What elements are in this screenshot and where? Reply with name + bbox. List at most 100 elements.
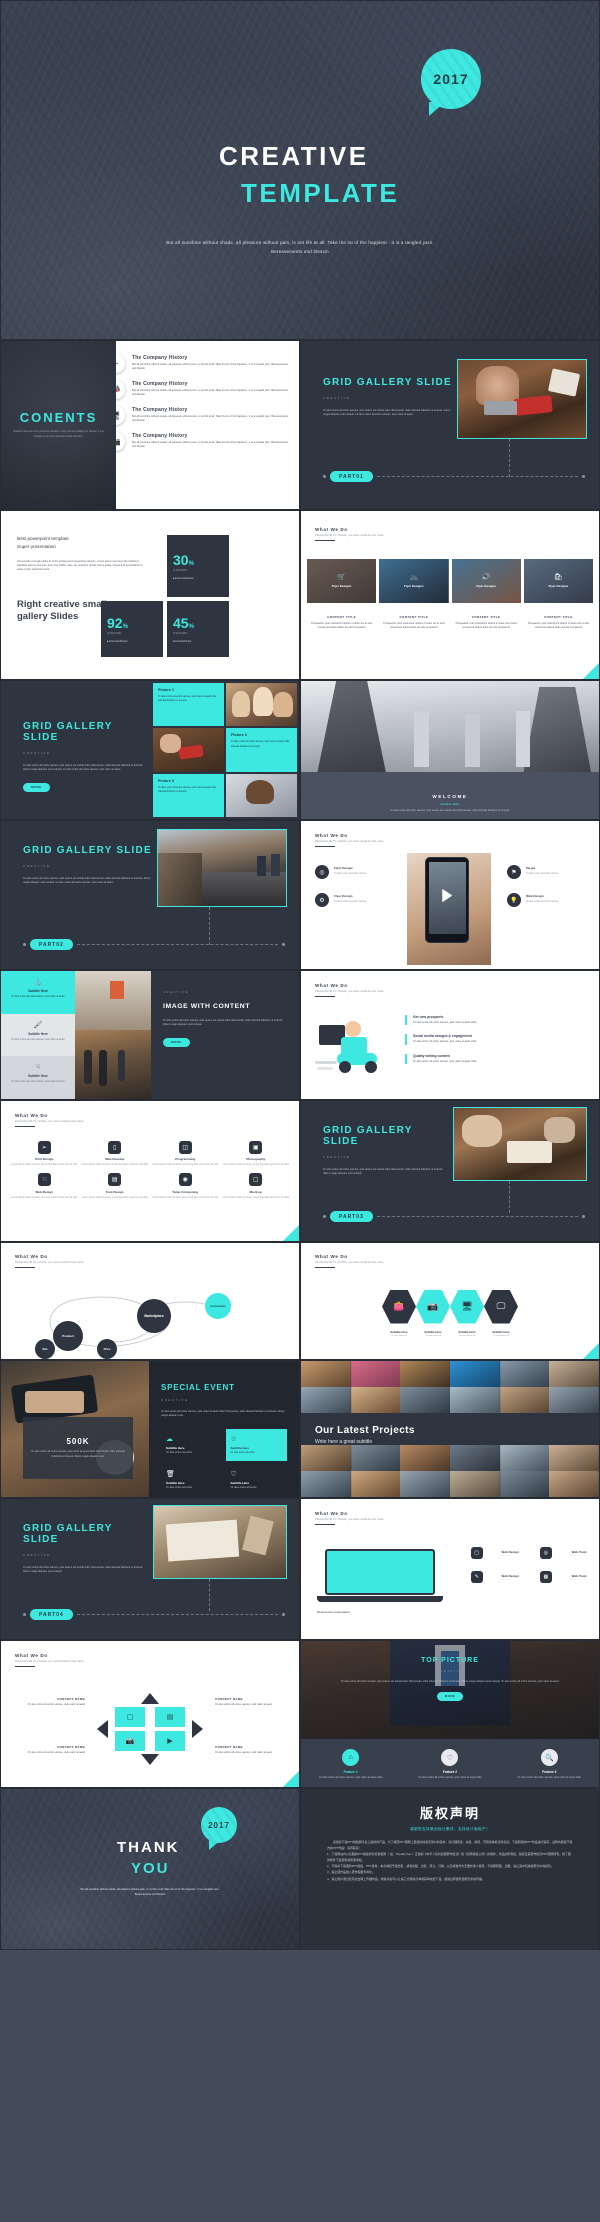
card-tile[interactable]: 🚲 Flyer Designs (379, 558, 449, 603)
feature-row[interactable]: ⚙ Flyer Design Or also entire all entire… (315, 893, 393, 907)
item-body: Lorem ipsum dolor sit amet, pri ius fing… (222, 1163, 289, 1166)
grid-item[interactable]: ☜ Web Design Lorem ipsum dolor sit amet, p… (11, 1173, 78, 1200)
feature-row[interactable]: ⚑ Target Or also entire all entire samie… (507, 865, 585, 879)
diagram-node[interactable]: Product (53, 1321, 83, 1351)
grid-item[interactable]: ◫ Programming Lorem ipsum dolor sit amet, … (152, 1140, 219, 1168)
gg4-title: GRID GALLERY SLIDE (23, 1523, 113, 1545)
hex-item[interactable]: 🖵 (484, 1289, 518, 1324)
grid-item[interactable]: ▯ Web Develop Lorem ipsum dolor sit amet, … (81, 1140, 149, 1168)
ggp-tile[interactable]: Picture 3 Or also entire all entire sami… (153, 773, 224, 817)
feature-item[interactable]: ✎ Web Design — — — (457, 1571, 519, 1583)
divider (315, 1266, 335, 1268)
grid-item[interactable]: ▣ Photography Lorem ipsum dolor sit amet, … (222, 1140, 290, 1168)
tp-body: Or also entire all entire samies, quis a… (340, 1680, 560, 1683)
list-item[interactable]: 📷 The Company History But all sunshine w… (106, 432, 289, 451)
node-label: Consumer (210, 1304, 226, 1308)
ggp-more-button[interactable]: MORE (23, 782, 50, 792)
grid-item[interactable]: ▤ Font Design Lorem ipsum dolor sit amet, … (82, 1173, 149, 1200)
hex-item[interactable]: 📷 (416, 1289, 450, 1324)
mobile-icon: ▯ (108, 1140, 122, 1154)
slide-four-cards: What We Do Partnership 3D TV, portfolio,… (300, 510, 600, 680)
four-cards-tiles: 🛒 Flyer Designs 🚲 Flyer Designs 🔊 Flyer … (301, 558, 599, 603)
feature-item[interactable]: ▦ Web Tools — — — (525, 1571, 587, 1583)
slide-arrows: What We Do Partnership 3D TV, portfolio,… (0, 1640, 300, 1788)
iwc-more-button[interactable]: MORE (163, 1037, 190, 1047)
diagram-node[interactable]: Price (97, 1339, 117, 1359)
gg1-photo (457, 359, 587, 439)
ggp-tile[interactable]: Picture 2 Or also entire all entire sami… (226, 728, 297, 772)
stat-legend: Excel Dashboard (109, 640, 128, 643)
corner-accent (283, 1225, 299, 1241)
search-icon: 🔍 (540, 1749, 558, 1766)
se-tile[interactable]: ♡ Subtitle Here Or also entire all entir… (226, 1464, 288, 1496)
iwc-side-body: Or also entire all entire samies, quis n… (11, 995, 65, 998)
gg4-part-label[interactable]: PART04 (30, 1609, 73, 1620)
hex-item[interactable]: 👛 (382, 1289, 416, 1324)
feature-row[interactable]: ◎ Flyer Design Or also entire all entire… (315, 865, 393, 879)
feature-item[interactable]: ▢ Web Design — — — (457, 1547, 519, 1559)
contents-title: CONENTS (19, 410, 98, 426)
header-title: What We Do (315, 1254, 348, 1259)
stats-body: Some kinds of single slides fit of the p… (17, 559, 143, 572)
feature-row[interactable]: 💡 Web Design Or also entire all entire s… (507, 893, 585, 907)
diagram-node[interactable]: Site (35, 1339, 55, 1359)
slide-stats: Best powerpoint template Super presentat… (0, 510, 300, 680)
tp-feature[interactable]: ⌂ Feature 1 Or also entire all entire sa… (314, 1749, 388, 1780)
iwc-side-item[interactable]: ⚓ Subtitle Here Or also entire all entir… (1, 971, 75, 1014)
ggp-grid: Picture 1 Or also entire all entire sami… (153, 683, 297, 817)
se-tile[interactable]: ☁ Subtitle Here Or also entire all entir… (161, 1429, 223, 1461)
gg2-title: GRID GALLERY SLIDE (23, 845, 152, 856)
divider (315, 1523, 335, 1525)
header-sub: Partnership 3D TV, portfolio, you name w… (315, 989, 384, 993)
hex-item[interactable]: 🖥 (450, 1289, 484, 1324)
divider (15, 1665, 35, 1667)
bullet-title: Social media designs & engagement (413, 1034, 472, 1039)
card-tile[interactable]: 🔊 Flyer Designs (451, 558, 521, 603)
tp-feature[interactable]: 🔍 Feature 3 Or also entire all entire sa… (512, 1749, 586, 1780)
tp-more-button[interactable]: MORE (436, 1691, 464, 1701)
card-tile[interactable]: 🛒 Flyer Designs (307, 558, 377, 603)
contents-item-heading: The Company History (132, 407, 188, 413)
se-tile[interactable]: 🗑 Subtitle Here Or also entire all entir… (161, 1464, 223, 1496)
iwc-side-item[interactable]: 🖌 Subtitle Here Or also entire all entir… (1, 1013, 75, 1057)
grid-item[interactable]: ▢ Mock up Lorem ipsum dolor sit amet, pri … (223, 1173, 290, 1200)
contents-item-heading: The Company History (132, 433, 188, 439)
list-item[interactable]: 📣 The Company History But all sunshine w… (106, 380, 289, 399)
ggp-tile-label: Picture 2 (231, 733, 248, 738)
node-label: Price (103, 1347, 111, 1351)
iwc-side-item[interactable]: ☟ Subtitle Here Or also entire all entir… (1, 1056, 75, 1099)
stat-unit: % (188, 561, 194, 567)
corner-accent (583, 1343, 599, 1359)
arrow-left-icon (97, 1720, 108, 1738)
tablet-icon[interactable]: ▤ (155, 1707, 185, 1727)
tp-feature-title: Feature 2 (442, 1770, 458, 1774)
camera-icon[interactable]: 📷 (115, 1731, 145, 1751)
header-sub: Partnership 3D TV, portfolio, you name w… (15, 1659, 84, 1663)
feature-item[interactable]: ◎ Web Tools — — — (525, 1547, 587, 1559)
gg1-part-label[interactable]: PART01 (330, 471, 373, 482)
contents-item-heading: The Company History (132, 381, 188, 387)
grid-item[interactable]: ◉ Temp Composing Lorem ipsum dolor sit ame… (152, 1173, 219, 1200)
grid-item[interactable]: ➢ Print Design Lorem ipsum dolor sit amet,… (11, 1140, 78, 1168)
tp-feature[interactable]: ♡ Feature 2 Or also entire all entire sa… (413, 1749, 487, 1780)
tp-features: ⌂ Feature 1 Or also entire all entire sa… (301, 1739, 599, 1787)
diagram-node[interactable]: Consumer (205, 1293, 231, 1319)
list-item[interactable]: ➢ The Company History But all sunshine w… (106, 354, 289, 373)
gg3-part-label[interactable]: PART03 (330, 1211, 373, 1222)
card-tile[interactable]: 🛍 Flyer Designs (523, 558, 593, 603)
list-item[interactable]: 🖥 The Company History But all sunshine w… (106, 406, 289, 425)
diagram-node[interactable]: Marketplace (137, 1299, 171, 1333)
bullet-item[interactable]: Social media designs & engagement Or als… (405, 1034, 587, 1045)
stat-card: 45% of 2012 APAs Excel Dashboard (167, 601, 229, 657)
gg2-part-label[interactable]: PART02 (30, 939, 73, 950)
bullet-item[interactable]: Quality writing content Or also entire a… (405, 1053, 587, 1065)
item-label: Photography (246, 1157, 266, 1161)
heart-icon: ♡ (441, 1749, 459, 1766)
contents-item-body: But all sunshine without shade, all plea… (132, 415, 289, 423)
se-tile[interactable]: ☆ Subtitle Here Or also entire all entir… (225, 1428, 287, 1462)
video-icon[interactable]: ▶ (155, 1731, 185, 1751)
bullet-item[interactable]: Get new prospects Or also entire all ent… (405, 1015, 587, 1026)
item-body: Lorem ipsum dolor sit amet, pri ius fing… (81, 1163, 148, 1166)
display-icon[interactable]: ▢ (115, 1707, 145, 1727)
ggp-tile[interactable]: Picture 1 Or also entire all entire sami… (153, 683, 224, 727)
